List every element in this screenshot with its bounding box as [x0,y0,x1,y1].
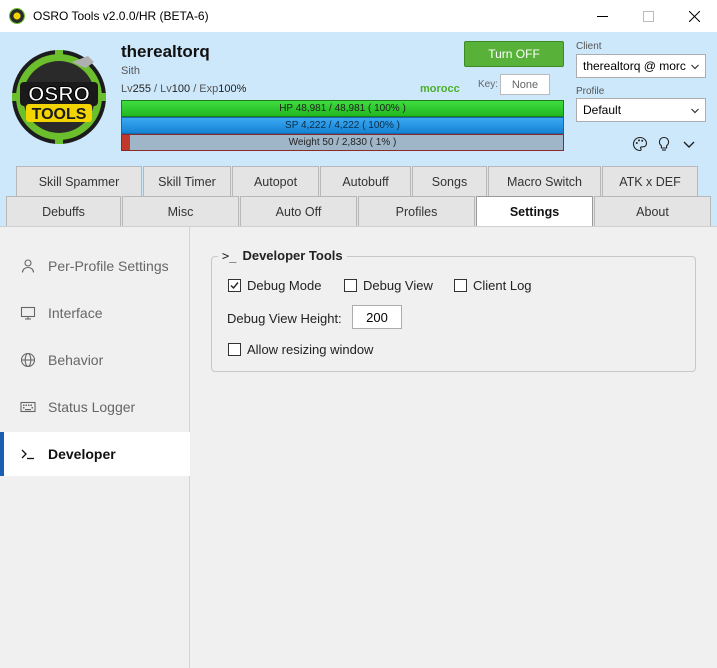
profile-select[interactable]: Default [576,98,706,122]
svg-text:OSRO: OSRO [28,83,90,106]
group-title: >_ Developer Tools [218,248,347,263]
client-select-value: therealtorq @ morc [583,59,686,73]
checkbox-label: Debug Mode [247,278,322,293]
tab-auto-off[interactable]: Auto Off [240,196,357,226]
allow-resizing-checkbox[interactable]: Allow resizing window [228,342,373,357]
sidebar-item-label: Status Logger [48,399,136,415]
profile-select-value: Default [583,103,622,117]
sidebar-item-label: Developer [48,446,116,462]
app-icon [9,8,25,24]
tab-profiles[interactable]: Profiles [358,196,475,226]
tab-songs[interactable]: Songs [412,166,487,196]
sidebar-item-per-profile-settings[interactable]: Per-Profile Settings [0,244,190,288]
tab-settings[interactable]: Settings [476,196,593,226]
debug-view-height-input[interactable]: 200 [352,305,402,329]
window-title: OSRO Tools v2.0.0/HR (BETA-6) [33,9,209,23]
chevron-down-icon[interactable] [681,136,697,152]
character-header: OSRO TOOLS therealtorq Sith Lv255 / Lv10… [0,32,717,162]
checkbox-box [228,279,241,292]
map-name: morocc [420,83,460,95]
person-icon [20,258,36,274]
debug-view-checkbox[interactable]: Debug View [344,278,433,293]
keyboard-icon [20,399,36,415]
character-stats: Lv255 / Lv100 / Exp100% [121,83,247,95]
client-label: Client [576,41,602,52]
tab-skill-spammer[interactable]: Skill Spammer [16,166,142,196]
hp-bar: HP 48,981 / 48,981 ( 100% ) [121,100,564,117]
checkbox-label: Client Log [473,278,532,293]
checkbox-box [454,279,467,292]
window-controls [579,0,717,32]
weight-bar: Weight 50 / 2,830 ( 1% ) [121,134,564,151]
sidebar-item-label: Interface [48,305,103,321]
globe-icon [20,352,36,368]
tab-misc[interactable]: Misc [122,196,239,226]
minimize-button[interactable] [579,0,625,32]
hp-bar-text: HP 48,981 / 48,981 ( 100% ) [279,103,406,114]
weight-bar-fill [122,135,130,150]
close-icon [688,10,700,22]
maximize-button[interactable] [625,0,671,32]
turn-off-button[interactable]: Turn OFF [464,41,564,67]
palette-icon[interactable] [632,136,648,152]
hotkey-input[interactable]: None [500,74,550,95]
key-label: Key: [478,79,499,90]
chevron-down-icon [691,108,699,114]
terminal-icon [20,446,36,462]
minimize-icon [596,15,608,17]
svg-text:TOOLS: TOOLS [32,106,87,123]
sidebar-item-developer[interactable]: Developer [0,432,190,476]
sidebar-item-status-logger[interactable]: Status Logger [0,385,190,429]
checkbox-box [344,279,357,292]
check-icon [230,282,239,290]
weight-bar-text: Weight 50 / 2,830 ( 1% ) [288,137,397,148]
client-log-checkbox[interactable]: Client Log [454,278,532,293]
checkbox-label: Debug View [363,278,433,293]
debug-view-height-label: Debug View Height: [227,311,342,326]
sidebar-item-behavior[interactable]: Behavior [0,338,190,382]
chevron-down-icon [691,64,699,70]
lightbulb-icon[interactable] [656,136,672,152]
sidebar-item-interface[interactable]: Interface [0,291,190,335]
tab-autobuff[interactable]: Autobuff [320,166,411,196]
sp-bar: SP 4,222 / 4,222 ( 100% ) [121,117,564,134]
character-name: therealtorq [121,42,210,61]
profile-label: Profile [576,86,605,97]
tab-skill-timer[interactable]: Skill Timer [143,166,231,196]
tab-atk-x-def[interactable]: ATK x DEF [602,166,698,196]
checkbox-box [228,343,241,356]
terminal-icon: >_ [222,248,237,263]
settings-sidebar: Per-Profile Settings Interface Behavior … [0,227,190,668]
debug-mode-checkbox[interactable]: Debug Mode [228,278,321,293]
title-bar: OSRO Tools v2.0.0/HR (BETA-6) [0,0,717,32]
settings-panel: Per-Profile Settings Interface Behavior … [0,226,717,668]
osro-tools-logo: OSRO TOOLS [12,50,106,144]
client-select[interactable]: therealtorq @ morc [576,54,706,78]
tab-about[interactable]: About [594,196,711,226]
character-class: Sith [121,65,140,77]
maximize-icon [642,10,654,22]
close-button[interactable] [671,0,717,32]
checkbox-label: Allow resizing window [247,342,374,357]
tab-macro-switch[interactable]: Macro Switch [488,166,601,196]
monitor-icon [20,305,36,321]
sp-bar-text: SP 4,222 / 4,222 ( 100% ) [285,120,400,131]
sidebar-item-label: Per-Profile Settings [48,258,169,274]
tab-bar: Skill Spammer Skill Timer Autopot Autobu… [0,162,717,226]
sidebar-item-label: Behavior [48,352,104,368]
tab-debuffs[interactable]: Debuffs [6,196,121,226]
tab-autopot[interactable]: Autopot [232,166,319,196]
